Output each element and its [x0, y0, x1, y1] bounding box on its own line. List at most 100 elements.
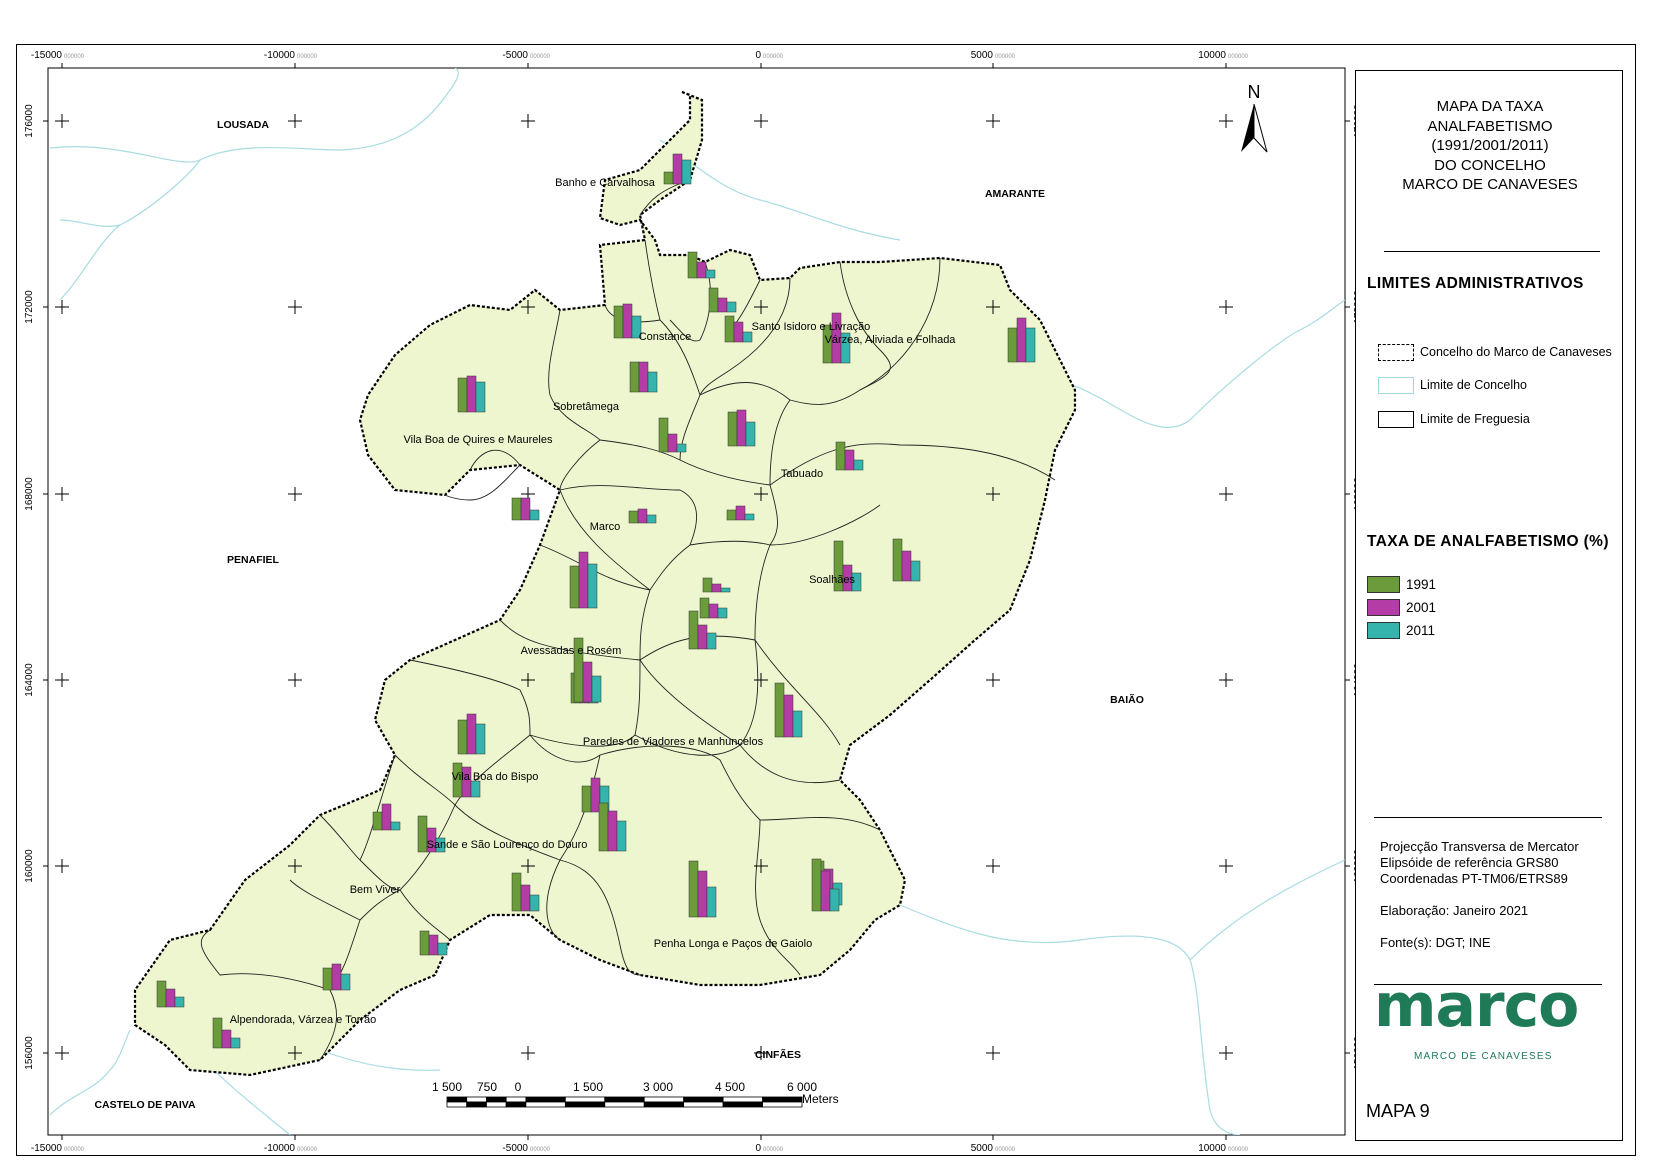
credit-line: Elipsóide de referência GRS80 [1380, 855, 1559, 870]
bar-1991 [156, 980, 167, 1008]
divider [1384, 251, 1600, 252]
bar-2001 [733, 321, 744, 343]
bar-1991 [419, 930, 430, 956]
map-title-line: (1991/2001/2011) [1431, 137, 1549, 154]
bar-2001 [711, 583, 722, 593]
parish-label: Santo Isidoro e Livração [752, 321, 871, 333]
bar-2011 [437, 942, 448, 956]
bar-2001 [697, 870, 708, 918]
bar-2011 [681, 159, 692, 185]
bar-1991 [688, 610, 699, 650]
bar-2001 [466, 375, 477, 413]
neighbor-label: PENAFIEL [227, 554, 280, 566]
bar-2011 [853, 459, 864, 471]
x-tick-suffix: 000000 [995, 1147, 1016, 1153]
x-tick-suffix: 000000 [64, 54, 85, 60]
x-tick-suffix: 000000 [995, 54, 1016, 60]
parish-label: Penha Longa e Paços de Gaiolo [654, 938, 812, 950]
credit-line [1380, 919, 1579, 935]
scale-cell [525, 1101, 566, 1108]
map-title-line: DO CONCELHO [1434, 156, 1546, 174]
bar-2011 [616, 820, 627, 852]
bar-1991 [663, 171, 674, 185]
bar-2011 [720, 587, 731, 593]
credit-line: Elaboração: Janeiro 2021 [1380, 903, 1529, 918]
bar-2011 [742, 331, 753, 343]
credits-block: Projecção Transversa de Mercator Elipsói… [1380, 839, 1579, 951]
x-tick-label: -15000 [31, 1143, 63, 1154]
credit-line [1380, 887, 1579, 903]
x-tick-label: -5000 [502, 50, 528, 61]
scale-cell [604, 1096, 645, 1103]
map-title-line: ANALFABETISMO [1427, 117, 1553, 135]
bar-1991 [581, 785, 592, 813]
x-tick-suffix: 000000 [530, 54, 551, 60]
bar-2011 [744, 513, 755, 521]
bar-1991 [569, 565, 580, 609]
year-label: 2011 [1406, 623, 1436, 638]
y-tick-label: 176000 [24, 104, 35, 138]
bar-1991 [628, 510, 639, 524]
scale-cell [762, 1096, 803, 1103]
parish-label: Alpendorada, Várzea e Torrão [230, 1014, 377, 1026]
y-tick-label: 160000 [24, 849, 35, 883]
scale-cell [564, 1096, 606, 1103]
bar-2011 [470, 780, 481, 798]
scale-cell [564, 1101, 606, 1108]
bar-2011 [726, 301, 737, 313]
bar-1991 [511, 497, 522, 521]
map-title-line: MARCO DE CANAVESES [1402, 176, 1578, 193]
bar-1991 [688, 860, 699, 918]
bar-1991 [322, 967, 333, 991]
map-title-line: MAPA DA TAXA [1436, 98, 1544, 115]
x-tick-label: 0 [755, 1143, 761, 1154]
swatch-2001 [1367, 599, 1400, 616]
scale-tick-label: 3 000 [643, 1080, 673, 1094]
scale-cell [604, 1101, 645, 1108]
x-tick-label: -10000 [264, 50, 296, 61]
y-tick-label: 156000 [24, 1036, 35, 1070]
map-title: MAPA DA TAXA ANALFABETISMO (1991/2001/20… [1356, 97, 1624, 195]
legend-label: Limite de Freguesia [1420, 412, 1530, 426]
bar-2011 [475, 381, 486, 413]
bar-2011 [591, 675, 602, 703]
legend-label: Concelho do Marco de Canaveses [1420, 345, 1612, 359]
bar-2011 [706, 886, 717, 918]
bar-2001 [520, 497, 531, 521]
scale-cell [486, 1101, 507, 1108]
cyan-boundary-swatch [1378, 377, 1414, 394]
scale-cell [762, 1101, 803, 1108]
bar-2011 [646, 514, 657, 524]
y-tick-label: 164000 [24, 663, 35, 697]
neighbor-label: AMARANTE [985, 188, 1045, 200]
bar-1991 [457, 377, 468, 413]
marco-logo: marco [1374, 971, 1579, 1041]
bar-1991 [702, 577, 713, 593]
legend-panel: MAPA DA TAXA ANALFABETISMO (1991/2001/20… [1355, 70, 1623, 1141]
year-label: 1991 [1406, 577, 1437, 592]
map-number: MAPA 9 [1366, 1101, 1430, 1121]
bar-2011 [475, 723, 486, 755]
bar-2001 [735, 505, 746, 521]
bar-2011 [390, 821, 401, 831]
bar-1991 [892, 538, 903, 582]
parish-label: Marco [590, 521, 621, 533]
parish-label: Vila Boa do Bispo [452, 771, 539, 783]
parish-label: Tabuado [781, 468, 823, 480]
bar-2001 [1016, 317, 1027, 363]
bar-1991 [708, 287, 719, 313]
bar-2001 [590, 777, 601, 813]
parish-label: Constance [639, 331, 692, 343]
parish-label: Sobretâmega [553, 401, 620, 413]
scale-tick-label: 1 500 [432, 1080, 462, 1094]
scale-cell [486, 1096, 507, 1103]
scale-tick-label: 0 [515, 1080, 522, 1094]
credit-line: Coordenadas PT-TM06/ETRS89 [1380, 871, 1568, 886]
admin-limits-title: LIMITES ADMINISTRATIVOS [1367, 275, 1584, 292]
bar-2001 [696, 261, 707, 279]
scale-cell [643, 1101, 685, 1108]
bar-1991 [726, 509, 737, 521]
x-tick-label: 0 [755, 50, 761, 61]
parish-label: Banho e Carvalhosa [555, 177, 656, 189]
scale-cell [722, 1101, 763, 1108]
